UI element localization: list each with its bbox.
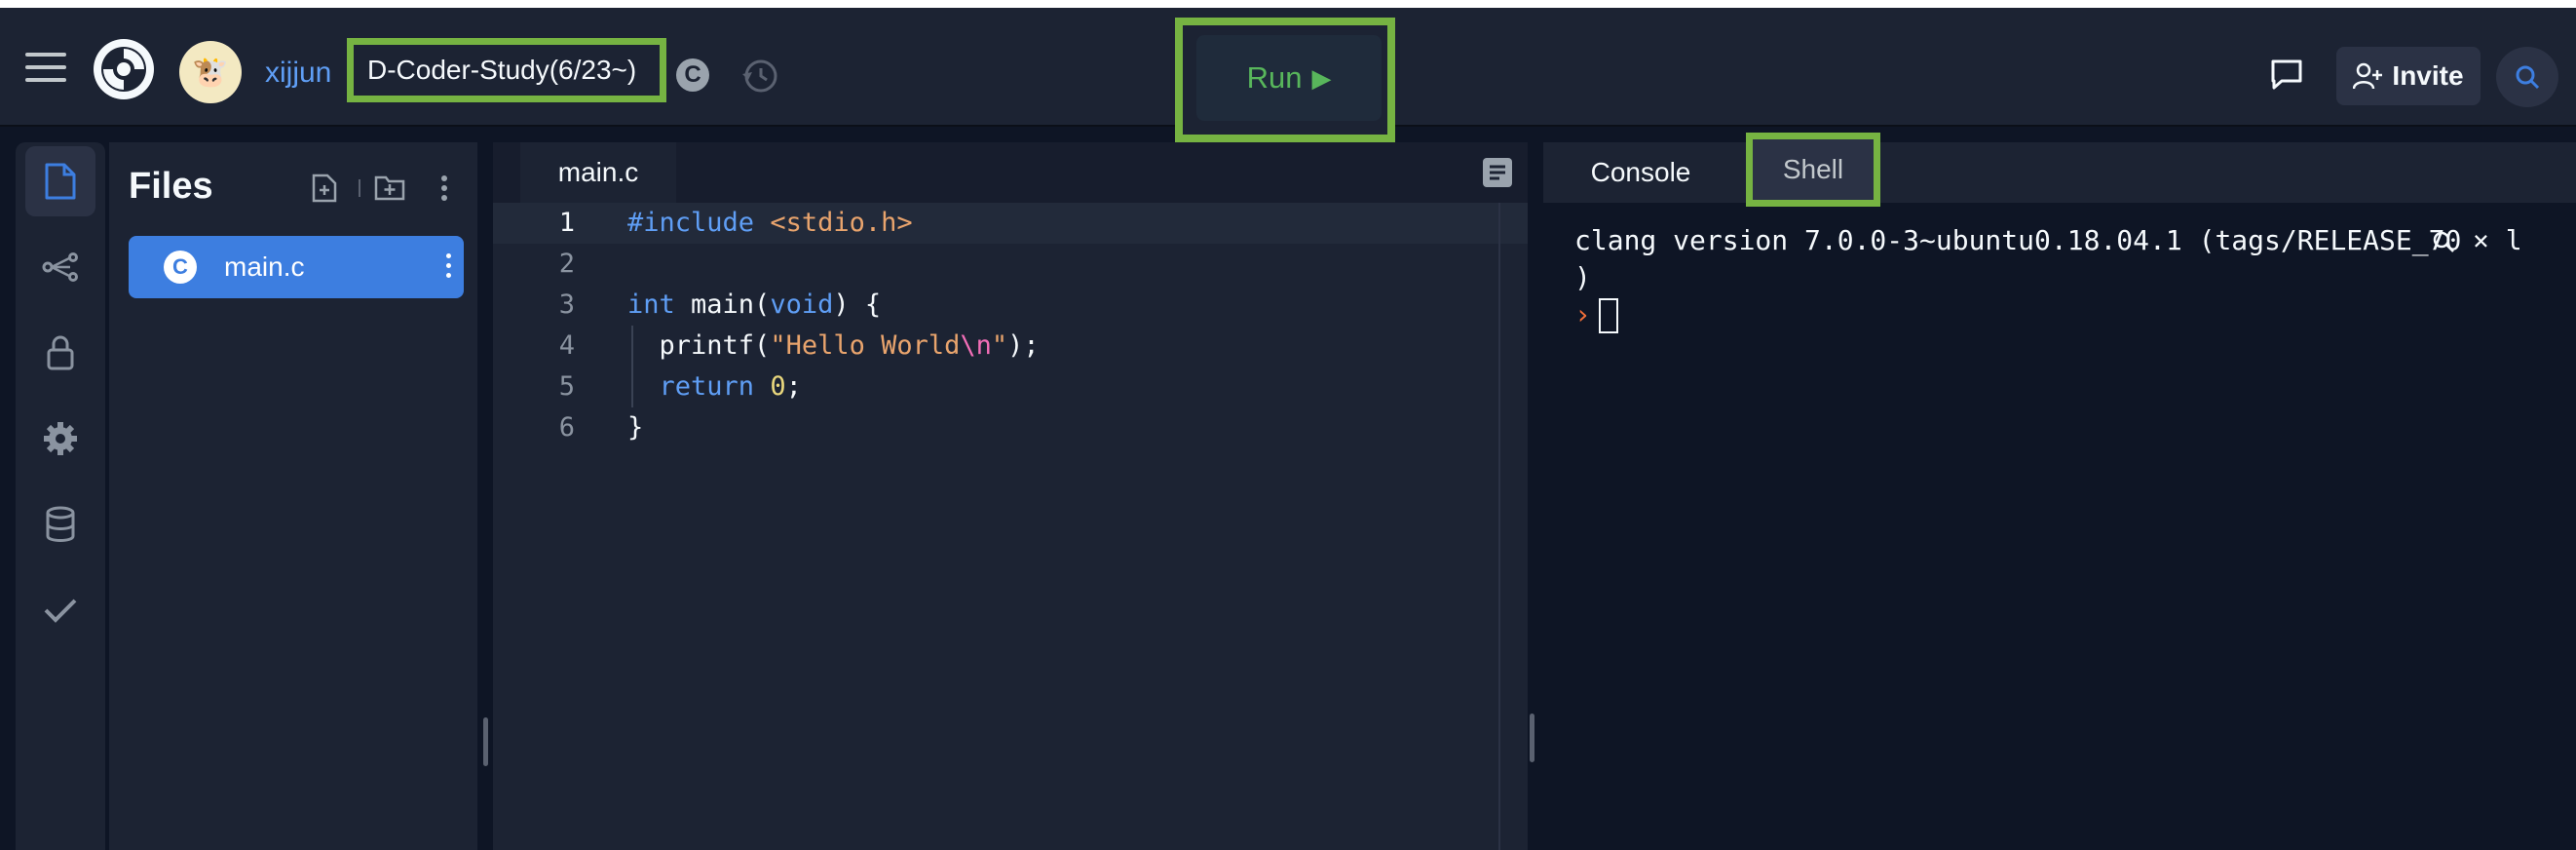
- invite-button[interactable]: Invite: [2336, 47, 2481, 105]
- top-header: 🐮 xijjun D-Coder-Study(6/23~) C Run ▶ In…: [0, 8, 2576, 142]
- invite-label: Invite: [2392, 60, 2464, 91]
- code-line: 3 int main(void) {: [558, 290, 882, 320]
- database-icon[interactable]: [25, 489, 95, 560]
- avatar[interactable]: 🐮: [179, 41, 242, 103]
- tab-main-c[interactable]: main.c: [520, 142, 676, 205]
- shell-prompt: ›: [1574, 298, 1591, 330]
- code-line: 5 return 0;: [558, 371, 802, 402]
- run-button[interactable]: Run ▶: [1196, 35, 1382, 121]
- files-panel: Files C main.c: [109, 142, 488, 850]
- version-control-icon[interactable]: [25, 232, 95, 302]
- run-label: Run: [1246, 60, 1303, 95]
- terminal-trailing-text: l: [2505, 224, 2522, 256]
- terminal-tools: × l: [2432, 224, 2522, 256]
- checkmark-icon[interactable]: [25, 575, 95, 645]
- search-button[interactable]: [2496, 47, 2558, 107]
- editor-body[interactable]: 1 #include <stdio.h> 2 3 int main(void) …: [493, 203, 1528, 850]
- terminal-close-icon[interactable]: ×: [2473, 224, 2489, 256]
- lock-icon[interactable]: [25, 318, 95, 388]
- left-tool-rail: [16, 142, 105, 850]
- tab-console[interactable]: Console: [1563, 142, 1719, 203]
- username-link[interactable]: xijjun: [265, 57, 331, 90]
- files-icon[interactable]: [25, 146, 95, 216]
- terminal-line: clang version 7.0.0-3~ubuntu0.18.04.1 (t…: [1574, 224, 2462, 256]
- new-folder-icon[interactable]: [374, 174, 405, 203]
- history-icon[interactable]: [740, 57, 779, 96]
- files-actions-divider: [359, 179, 360, 197]
- terminal-search-icon[interactable]: [2432, 230, 2455, 253]
- add-user-icon: [2353, 62, 2383, 90]
- tab-shell[interactable]: Shell: [1746, 133, 1880, 207]
- file-more-icon[interactable]: [446, 253, 454, 283]
- menu-icon[interactable]: [25, 53, 66, 82]
- search-icon: [2516, 65, 2540, 90]
- code-line: 1 #include <stdio.h>: [558, 208, 913, 238]
- file-name: main.c: [224, 251, 305, 282]
- c-file-icon: C: [164, 251, 197, 284]
- code-line: 6 }: [558, 412, 644, 443]
- code-editor[interactable]: main.c 1 #include <stdio.h> 2 3 int main…: [493, 142, 1534, 850]
- terminal-output[interactable]: clang version 7.0.0-3~ubuntu0.18.04.1 (t…: [1574, 222, 2461, 333]
- new-file-icon[interactable]: [312, 174, 341, 203]
- editor-scrollbar[interactable]: [1498, 203, 1500, 850]
- gear-icon[interactable]: [25, 404, 95, 474]
- files-title: Files: [129, 166, 213, 207]
- file-item-main-c[interactable]: C main.c: [129, 236, 464, 298]
- code-line: 2: [558, 249, 575, 279]
- format-icon[interactable]: [1483, 158, 1512, 187]
- repl-name-button[interactable]: D-Coder-Study(6/23~): [347, 38, 666, 102]
- window-top-strip: [0, 0, 2576, 8]
- editor-resize-handle[interactable]: [1530, 714, 1534, 762]
- files-more-icon[interactable]: [440, 174, 450, 203]
- play-icon: ▶: [1311, 62, 1332, 93]
- terminal-line: ): [1574, 261, 1591, 293]
- replit-logo-icon[interactable]: [92, 37, 156, 101]
- chat-icon[interactable]: [2270, 58, 2303, 90]
- panel-resize-handle[interactable]: [483, 717, 488, 766]
- c-language-icon[interactable]: C: [676, 58, 709, 92]
- indent-guide: [631, 326, 633, 407]
- code-line: 4 printf("Hello World\n");: [558, 330, 1040, 361]
- terminal-cursor: [1598, 298, 1618, 333]
- console-panel: Console Shell clang version 7.0.0-3~ubun…: [1543, 133, 2576, 850]
